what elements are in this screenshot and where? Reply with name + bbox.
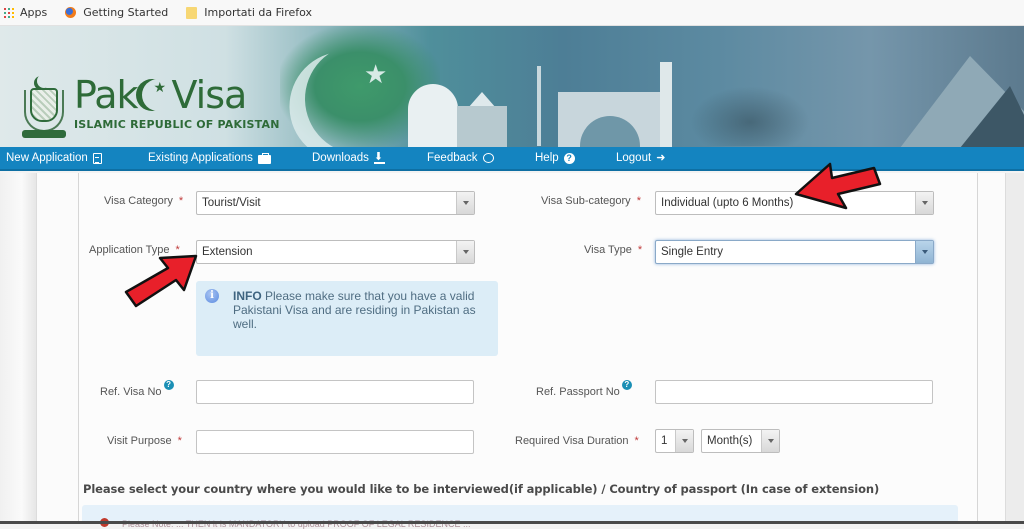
info-alert: i INFO Please make sure that you have a … [196,281,498,356]
bookmark-label: Apps [20,6,48,19]
document-icon [92,152,102,164]
nav-feedback[interactable]: Feedback [427,152,494,164]
folder-icon [186,6,198,19]
ref-passport-no-input[interactable] [655,380,933,404]
chevron-down-icon[interactable] [675,430,693,452]
select-value: Individual (upto 6 Months) [661,197,794,209]
nav-logout[interactable]: Logout [616,151,667,165]
interview-country-heading: Please select your country where you wou… [83,482,880,496]
bookmarks-bar: Apps Getting Started Importati da Firefo… [0,0,1024,26]
help-tooltip-icon[interactable]: ? [621,380,632,390]
required-visa-duration-label: Required Visa Duration * [515,435,639,447]
brand-title-right: Visa [171,73,248,117]
select-value: Tourist/Visit [202,197,261,209]
select-value: 1 [661,435,668,447]
duration-amount-select[interactable]: 1 [655,429,694,453]
bookmark-getting-started[interactable]: Getting Started [65,6,168,19]
flag-star-icon: ★ [364,60,388,90]
nav-help[interactable]: Help ? [535,152,575,164]
mausoleum-image [408,84,458,147]
visit-purpose-input[interactable] [196,430,474,454]
visa-category-label: Visa Category * [104,195,183,207]
visa-type-label: Visa Type * [584,244,642,256]
required-marker: * [178,195,184,207]
select-value: Single Entry [661,246,724,258]
nav-label: Help [535,152,559,164]
nav-downloads[interactable]: Downloads [312,150,385,164]
brand-title: Pak ★ Visa [74,74,280,116]
state-emblem-icon [22,74,66,140]
briefcase-icon [257,152,271,164]
required-marker: * [177,435,182,447]
pakvisa-logo[interactable]: Pak ★ Visa ISLAMIC REPUBLIC OF PAKISTAN [22,74,280,140]
label-text: Visa Type [584,244,632,256]
firefox-icon [65,7,77,18]
application-type-select[interactable]: Extension [196,240,475,264]
nav-label: Feedback [427,152,478,164]
visa-subcategory-label: Visa Sub-category * [541,195,641,207]
brand-subtitle: ISLAMIC REPUBLIC OF PAKISTAN [74,118,280,131]
minar-image [660,62,672,147]
horses-image [690,86,810,146]
label-text: Required Visa Duration [515,435,629,447]
crescent-star-icon: ★ [142,77,170,113]
apps-grid-icon [4,7,14,18]
duration-unit-select[interactable]: Month(s) [701,429,780,453]
info-heading: INFO [233,289,262,303]
select-value: Month(s) [707,435,753,447]
ref-visa-no-input[interactable] [196,380,474,404]
nav-label: Existing Applications [148,152,253,164]
nav-label: New Application [6,152,88,164]
nav-new-application[interactable]: New Application [6,152,102,164]
bookmark-label: Importati da Firefox [204,6,313,19]
question-circle-icon: ? [563,152,575,164]
info-icon: i [205,289,219,303]
label-text: Application Type [89,244,170,256]
info-text: INFO Please make sure that you have a va… [233,289,488,331]
visa-category-select[interactable]: Tourist/Visit [196,191,475,215]
visa-subcategory-select[interactable]: Individual (upto 6 Months) [655,191,934,215]
ref-visa-no-label: Ref. Visa No? [100,380,174,398]
brand-title-left: Pak [74,73,138,117]
label-text: Visit Purpose [107,435,172,447]
nav-label: Logout [616,152,652,164]
header-banner: ★ Pak ★ Visa ISLAMIC REPUBLIC OF PAKISTA… [0,26,1024,147]
page-margin-left [0,173,36,524]
bookmark-importati-da-firefox[interactable]: Importati da Firefox [186,6,312,19]
main-nav: New Application Existing Applications Do… [0,147,1024,171]
page-scrollbar-area[interactable] [1006,173,1024,524]
chevron-down-icon[interactable] [915,192,933,214]
info-message: Please make sure that you have a valid P… [233,289,476,331]
application-type-label: Application Type * [89,244,180,256]
download-icon [373,150,385,164]
select-value: Extension [202,246,253,258]
required-marker: * [175,244,180,256]
chevron-down-icon[interactable] [761,430,779,452]
visa-type-select[interactable]: Single Entry [655,240,934,264]
chevron-down-icon[interactable] [456,241,474,263]
mountain-image [960,86,1024,147]
bookmark-apps[interactable]: Apps [0,6,47,19]
required-marker: * [636,195,641,207]
brand: Pak ★ Visa ISLAMIC REPUBLIC OF PAKISTAN [74,74,280,131]
label-text: Ref. Visa No [100,386,162,398]
label-text: Visa Sub-category [541,195,631,207]
required-marker: * [637,244,643,256]
building-image [457,106,507,147]
chat-bubble-icon [482,153,494,163]
label-text: Ref. Passport No [536,386,620,398]
nav-existing-applications[interactable]: Existing Applications [148,152,271,164]
bookmark-label: Getting Started [83,6,169,19]
label-text: Visa Category [104,195,173,207]
ref-passport-no-label: Ref. Passport No? [536,380,632,398]
help-tooltip-icon[interactable]: ? [163,380,174,390]
visit-purpose-label: Visit Purpose * [107,435,182,447]
chevron-down-icon[interactable] [456,192,474,214]
nav-label: Downloads [312,152,369,164]
required-marker: * [634,435,639,447]
chevron-down-icon[interactable] [915,241,933,263]
sign-out-icon [656,151,667,164]
spire-image [537,66,541,146]
